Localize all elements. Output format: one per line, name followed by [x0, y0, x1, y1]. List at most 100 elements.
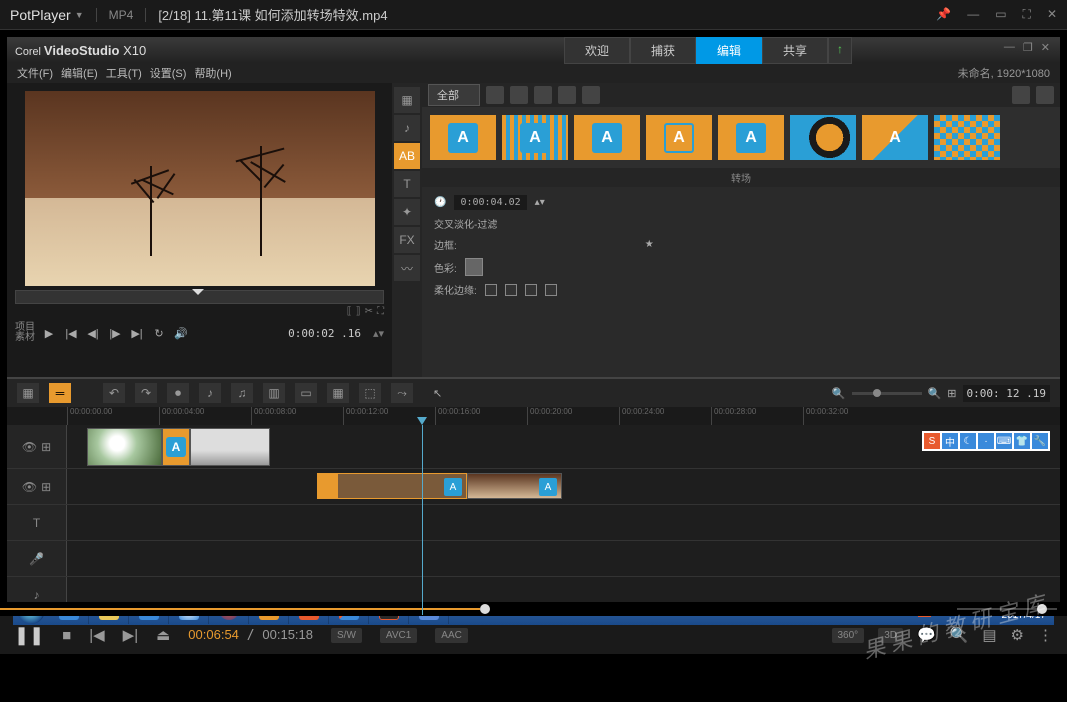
repeat-icon[interactable]: ↻ [151, 325, 167, 341]
prev-frame-icon[interactable]: ◀| [85, 325, 101, 341]
preview-timecode[interactable]: 0:00:02 .16 [282, 325, 367, 342]
timecode-stepper-icon[interactable]: ▴▾ [373, 327, 384, 340]
tab-capture[interactable]: 捕获 [630, 37, 696, 64]
transition-thumb[interactable]: A [646, 115, 712, 160]
graphic-tab-icon[interactable]: ✦ [394, 199, 420, 225]
vs-restore-icon[interactable]: ❐ [1023, 41, 1033, 54]
category-select[interactable]: 全部 [428, 84, 480, 106]
end-icon[interactable]: ▶| [129, 325, 145, 341]
mark-in-icon[interactable]: ⟦ [347, 306, 352, 317]
preview-viewport[interactable] [25, 91, 375, 286]
undo-icon[interactable]: ↶ [103, 383, 125, 403]
app-logo[interactable]: PotPlayer [10, 7, 71, 23]
ime-punct-icon[interactable]: · [978, 433, 994, 449]
volume-icon[interactable]: 🔊 [173, 325, 189, 341]
subtitle-icon[interactable]: 💬 [917, 626, 936, 644]
360-button[interactable]: 360° [832, 628, 865, 643]
pause-button[interactable]: ❚❚ [14, 625, 44, 646]
potplayer-seekbar[interactable] [0, 602, 1067, 616]
dropdown-icon[interactable]: ▼ [75, 10, 84, 20]
tab-share[interactable]: 共享 [762, 37, 828, 64]
ime-moon-icon[interactable]: ☾ [960, 433, 976, 449]
lib-sort-icon[interactable] [1036, 86, 1054, 104]
soften-option[interactable] [485, 284, 497, 296]
ime-cn-icon[interactable]: 中 [942, 433, 958, 449]
lib-tool-5-icon[interactable] [582, 86, 600, 104]
path-tab-icon[interactable]: 〰 [394, 255, 420, 281]
sound-tab-icon[interactable]: ♪ [394, 115, 420, 141]
menu-file[interactable]: 文件(F) [17, 65, 53, 81]
expand-icon[interactable]: ⛶ [377, 306, 384, 317]
acodec-badge[interactable]: AAC [435, 628, 468, 643]
pin-icon[interactable]: 📌 [936, 7, 951, 22]
timeline-timecode[interactable]: 0:00: 12 .19 [963, 385, 1050, 402]
mixer-icon[interactable]: ♪ [199, 383, 221, 403]
track-body[interactable]: A A [67, 469, 1060, 504]
maximize-icon[interactable]: ▭ [995, 7, 1006, 22]
render-badge[interactable]: S/W [331, 628, 362, 643]
close-icon[interactable]: ✕ [1047, 7, 1057, 22]
transition-thumb[interactable]: A [574, 115, 640, 160]
overlay-clip[interactable]: A [317, 473, 467, 499]
redo-icon[interactable]: ↷ [135, 383, 157, 403]
chapter-icon[interactable]: ▭ [295, 383, 317, 403]
auto-music-icon[interactable]: ♫ [231, 383, 253, 403]
search-icon[interactable]: 🔍 [950, 626, 969, 644]
settings-icon[interactable]: ⚙ [1011, 626, 1024, 644]
play-icon[interactable]: ▶ [41, 325, 57, 341]
transition-thumb[interactable] [790, 115, 856, 160]
prev-button[interactable]: |◀ [89, 626, 104, 644]
transition-thumb[interactable]: A [430, 115, 496, 160]
menu-settings[interactable]: 设置(S) [150, 65, 187, 81]
track-mgr-icon[interactable]: ▥ [263, 383, 285, 403]
next-button[interactable]: ▶| [123, 626, 138, 644]
mark-out-icon[interactable]: ⟧ [356, 306, 361, 317]
tab-welcome[interactable]: 欢迎 [564, 37, 630, 64]
zoom-in-icon[interactable]: 🔍 [928, 387, 942, 400]
vcodec-badge[interactable]: AVC1 [380, 628, 417, 643]
playlist-icon[interactable]: ▤ [982, 626, 996, 644]
track-body[interactable] [67, 541, 1060, 576]
3d-button[interactable]: 3D [878, 628, 903, 643]
home-icon[interactable]: |◀ [63, 325, 79, 341]
storyboard-view-icon[interactable]: ▦ [17, 383, 39, 403]
upload-icon[interactable]: ↑ [828, 37, 852, 64]
preview-mode-label[interactable]: 项目素材 [15, 323, 35, 343]
menu-icon[interactable]: ⋮ [1038, 626, 1053, 644]
fit-icon[interactable]: ⊞ [947, 387, 956, 400]
lib-tool-3-icon[interactable] [534, 86, 552, 104]
lib-view-icon[interactable] [1012, 86, 1030, 104]
vs-minimize-icon[interactable]: — [1004, 41, 1015, 54]
menu-help[interactable]: 帮助(H) [194, 65, 231, 81]
title-tab-icon[interactable]: T [394, 171, 420, 197]
video-clip[interactable] [87, 428, 162, 466]
soften-option[interactable] [505, 284, 517, 296]
record-icon[interactable]: ⏺ [167, 383, 189, 403]
track-head[interactable]: 🎤 [7, 541, 67, 576]
stop-button[interactable]: ■ [62, 627, 71, 644]
eject-button[interactable]: ⏏ [156, 626, 170, 644]
lib-tool-1-icon[interactable] [486, 86, 504, 104]
minimize-icon[interactable]: — [967, 7, 979, 22]
color-swatch[interactable] [465, 258, 483, 276]
zoom-slider[interactable] [852, 392, 922, 395]
track-head[interactable]: 👁⊞ [7, 469, 67, 504]
menu-tool[interactable]: 工具(T) [106, 65, 142, 81]
menu-edit[interactable]: 编辑(E) [61, 65, 98, 81]
motion-icon[interactable]: ⤳ [391, 383, 413, 403]
transition-thumb[interactable] [934, 115, 1000, 160]
next-frame-icon[interactable]: |▶ [107, 325, 123, 341]
video-clip[interactable] [190, 428, 270, 466]
ime-toolbar[interactable]: S 中 ☾ · ⌨ 👕 🔧 [922, 431, 1050, 451]
track-body[interactable]: A [67, 425, 1060, 468]
transition-tab-icon[interactable]: AB [394, 143, 420, 169]
subtitle-icon[interactable]: ▦ [327, 383, 349, 403]
ime-sogou-icon[interactable]: S [924, 433, 940, 449]
overlay-clip[interactable]: A [467, 473, 562, 499]
transition-thumb[interactable]: A [502, 115, 568, 160]
lib-tool-2-icon[interactable] [510, 86, 528, 104]
multicam-icon[interactable]: ⬚ [359, 383, 381, 403]
duration-stepper-icon[interactable]: ▴▾ [535, 197, 545, 208]
transition-clip[interactable]: A [162, 428, 190, 466]
transition-thumb[interactable]: A [862, 115, 928, 160]
